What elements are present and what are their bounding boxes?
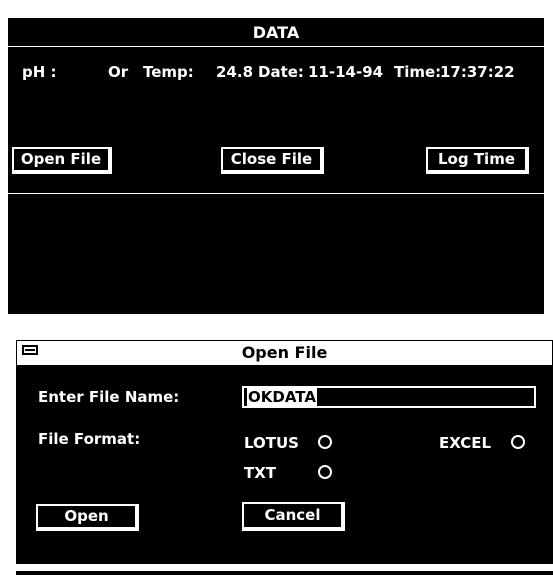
dialog-titlebar: Open File bbox=[17, 341, 552, 365]
date-label: Date: bbox=[258, 63, 304, 81]
ph-label: pH : bbox=[22, 63, 57, 81]
lotus-radio-icon[interactable] bbox=[318, 435, 332, 449]
data-window-title: DATA bbox=[8, 18, 544, 47]
data-window-divider bbox=[8, 193, 544, 194]
log-time-button[interactable]: Log Time bbox=[426, 147, 529, 174]
ph-value: Or bbox=[108, 63, 129, 81]
open-button[interactable]: Open bbox=[36, 504, 139, 531]
date-value: 11-14-94 bbox=[308, 63, 384, 81]
data-window: DATA pH : Or Temp: 24.8 Date: 11-14-94 T… bbox=[8, 18, 544, 314]
sensor-readout: pH : Or Temp: 24.8 Date: 11-14-94 Time: … bbox=[8, 63, 544, 83]
time-label: Time: bbox=[394, 63, 442, 81]
file-name-input[interactable]: OKDATA bbox=[242, 386, 536, 408]
lotus-label: LOTUS bbox=[244, 434, 299, 452]
dialog-title: Open File bbox=[241, 343, 328, 362]
time-value: 17:37:22 bbox=[440, 63, 515, 81]
temp-label: Temp: bbox=[143, 63, 194, 81]
txt-radio-icon[interactable] bbox=[318, 465, 332, 479]
file-name-label: Enter File Name: bbox=[38, 388, 180, 406]
txt-label: TXT bbox=[244, 464, 277, 482]
close-file-button[interactable]: Close File bbox=[221, 147, 324, 174]
excel-label: EXCEL bbox=[439, 434, 492, 452]
file-name-value: OKDATA bbox=[247, 388, 317, 406]
cancel-button[interactable]: Cancel bbox=[242, 502, 345, 531]
open-file-dialog: Open File Enter File Name: OKDATA File F… bbox=[16, 340, 553, 564]
excel-radio-icon[interactable] bbox=[511, 435, 525, 449]
temp-value: 24.8 bbox=[216, 63, 254, 81]
open-file-button[interactable]: Open File bbox=[12, 147, 112, 174]
bottom-window-edge bbox=[16, 571, 553, 575]
file-format-label: File Format: bbox=[38, 430, 141, 448]
